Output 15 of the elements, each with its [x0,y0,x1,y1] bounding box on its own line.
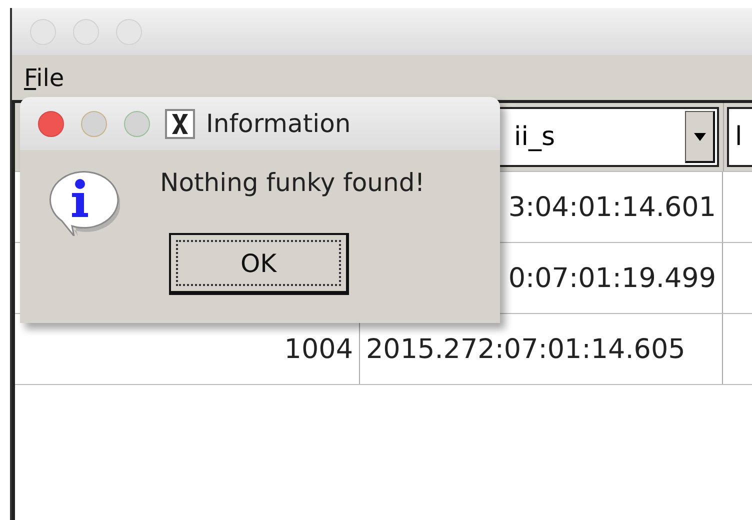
maximize-icon[interactable] [124,110,150,136]
table-cell: 3:04:01:14.601 [508,192,716,222]
maximize-icon[interactable] [116,18,142,44]
minimize-icon[interactable] [81,110,107,136]
minimize-icon[interactable] [73,18,99,44]
column-dropdown[interactable]: l [727,107,752,167]
table-cell: 2015.272:07:01:14.605 [366,334,686,364]
ok-button[interactable]: OK [169,233,349,295]
dialog-title: Information [206,109,351,138]
close-icon[interactable] [38,110,64,136]
table-cell: 1004 [284,334,353,364]
table-cell: 0:07:01:19.499 [508,262,716,294]
dialog-message: Nothing funky found! [160,168,425,197]
x-app-icon [165,108,195,138]
menu-item[interactable]: File [24,64,64,92]
